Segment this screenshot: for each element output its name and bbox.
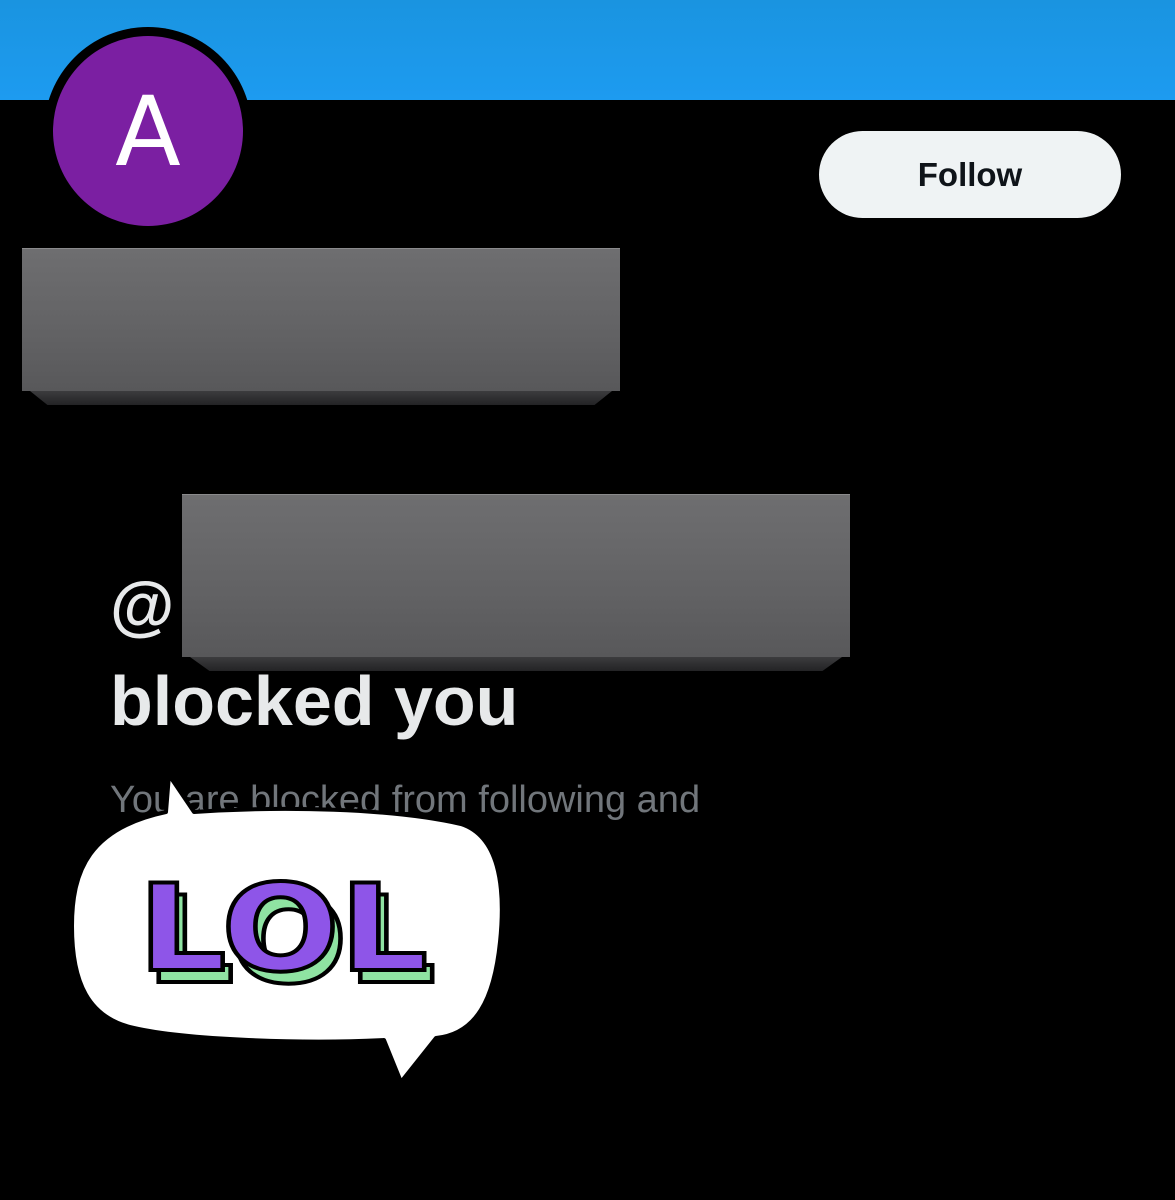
lol-speech-bubble-sticker: LOL LOL	[70, 773, 504, 1084]
redaction-bar-display-name	[22, 248, 620, 391]
profile-page: A Follow @ blocked you You are blocked f…	[0, 0, 1175, 1200]
sticker-text: LOL	[138, 860, 428, 999]
avatar[interactable]: A	[44, 27, 252, 235]
avatar-initial: A	[115, 76, 181, 188]
handle-at-sign: @	[110, 568, 175, 642]
redaction-bar-handle	[182, 494, 850, 657]
blocked-headline: blocked you	[110, 662, 519, 740]
avatar-circle: A	[53, 36, 243, 226]
follow-button[interactable]: Follow	[819, 131, 1121, 218]
